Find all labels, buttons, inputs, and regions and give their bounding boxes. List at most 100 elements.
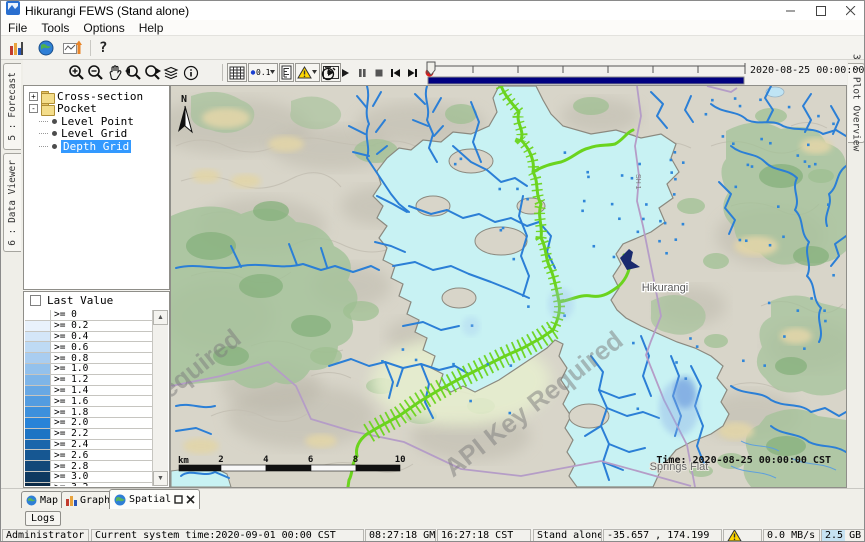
legend-table: >= 0>= 0.2>= 0.4>= 0.6>= 0.8>= 1.0>= 1.2… — [25, 310, 152, 486]
road-label: SH 1 — [634, 174, 641, 190]
menu-help[interactable]: Help — [132, 21, 171, 35]
menu-file[interactable]: File — [1, 21, 34, 35]
grid-icon[interactable] — [227, 63, 247, 82]
map-time-label: Time: 2020-08-25 00:00:00 CST — [656, 454, 831, 466]
tree-item-level-point[interactable]: Level Point — [24, 115, 169, 128]
legend-row: >= 1.8 — [25, 407, 152, 418]
window-title: Hikurangi FEWS (Stand alone) — [25, 4, 189, 18]
close-view-icon[interactable] — [186, 495, 195, 504]
stop-icon[interactable] — [370, 63, 387, 83]
layer-tree-panel: +Cross-section-PocketLevel PointLevel Gr… — [23, 85, 170, 290]
status-cell-5: -35.657 , 174.199 — [603, 529, 722, 542]
tab-map[interactable]: Map — [21, 491, 63, 508]
info-icon[interactable] — [181, 63, 200, 83]
legend-row: >= 2.6 — [25, 450, 152, 461]
title-bar[interactable]: Hikurangi FEWS (Stand alone) — [1, 1, 865, 20]
legend-row: >= 2.8 — [25, 461, 152, 472]
svg-text:4: 4 — [263, 455, 269, 465]
legend-row: >= 1.2 — [25, 375, 152, 386]
map-view[interactable]: API Key Required API Key Required N Hiku… — [170, 85, 847, 488]
restore-view-icon[interactable] — [174, 495, 183, 504]
spatial-display-icon[interactable] — [63, 38, 82, 58]
node-bullet-icon — [52, 119, 57, 124]
legend-row: >= 0.6 — [25, 342, 152, 353]
legend-row: >= 0 — [25, 310, 152, 321]
scale-icon[interactable] — [279, 63, 294, 82]
sidebar-tab-data-viewer[interactable]: 6 : Data Viewer — [3, 153, 21, 252]
globe-icon[interactable] — [36, 38, 55, 58]
scroll-up-button[interactable]: ▲ — [153, 310, 168, 325]
tree-item-level-grid[interactable]: Level Grid — [24, 128, 169, 141]
layers-icon[interactable] — [162, 63, 181, 83]
scroll-down-button[interactable]: ▼ — [153, 471, 168, 486]
zoom-in-icon[interactable] — [67, 63, 86, 83]
zoom-next-icon[interactable] — [143, 63, 162, 83]
help-icon[interactable]: ? — [99, 40, 107, 56]
application-window: Hikurangi FEWS (Stand alone) FileToolsOp… — [0, 0, 865, 542]
legend-row: >= 1.0 — [25, 364, 152, 375]
maximize-button[interactable] — [806, 1, 836, 20]
tab-graph[interactable]: Graph — [61, 491, 115, 508]
menu-options[interactable]: Options — [76, 21, 131, 35]
svg-text:2: 2 — [218, 455, 223, 465]
status-bar: AdministratorCurrent system time:2020-09… — [1, 528, 865, 542]
menu-tools[interactable]: Tools — [34, 21, 76, 35]
zoom-out-icon[interactable] — [86, 63, 105, 83]
legend-row: >= 0.2 — [25, 321, 152, 332]
tree-item-cross-section[interactable]: +Cross-section — [24, 90, 169, 103]
legend-scrollbar[interactable]: ▲ ▼ — [152, 310, 168, 486]
status-cell-6 — [723, 529, 762, 542]
tree-expander[interactable]: + — [29, 92, 38, 101]
close-button[interactable] — [836, 1, 865, 20]
svg-text:km: km — [178, 456, 189, 466]
app-icon — [6, 1, 20, 20]
svg-text:6: 6 — [308, 455, 313, 465]
last-value-checkbox[interactable] — [30, 295, 41, 306]
tab-spatial[interactable]: Spatial — [109, 489, 200, 509]
legend-row: >= 2.4 — [25, 440, 152, 451]
legend-row: >= 0.4 — [25, 332, 152, 343]
svg-text:10: 10 — [395, 455, 406, 465]
explorer-bars-icon[interactable] — [7, 38, 26, 58]
logs-button[interactable]: Logs — [25, 511, 61, 526]
pause-icon[interactable] — [353, 63, 370, 83]
status-cell-2: 08:27:18 GMT — [365, 529, 436, 542]
pan-hand-icon[interactable] — [105, 63, 124, 83]
last-value-label: Last Value — [47, 294, 113, 307]
status-cell-0: Administrator — [2, 529, 89, 542]
first-icon[interactable] — [387, 63, 404, 83]
status-cell-7: 0.0 MB/s — [763, 529, 820, 542]
last-value-row: Last Value — [24, 292, 169, 309]
timeline-progress — [428, 77, 744, 84]
menu-bar: FileToolsOptionsHelp — [1, 20, 865, 36]
tree-item-pocket[interactable]: -Pocket — [24, 103, 169, 116]
legend-panel: Last Value >= 0>= 0.2>= 0.4>= 0.6>= 0.8>… — [23, 291, 170, 488]
status-cell-8: 2.5 GB — [821, 529, 865, 542]
status-cell-4: Stand alone — [533, 529, 602, 542]
node-bullet-icon — [52, 131, 57, 136]
main-toolbar: ? — [1, 37, 865, 60]
legend-row: >= 1.6 — [25, 396, 152, 407]
last-icon[interactable] — [404, 63, 421, 83]
sidebar-tab-forecast[interactable]: 5 : Forecast — [3, 63, 21, 150]
legend-row: >= 2.2 — [25, 429, 152, 440]
legend-row: >= 3.0 — [25, 472, 152, 483]
timeline-datetime: 2020-08-25 00:00:00 CST — [750, 65, 850, 76]
threshold-dropdown[interactable]: 0.1 — [248, 63, 278, 82]
warning-dropdown[interactable] — [295, 63, 320, 82]
svg-text:N: N — [181, 94, 187, 105]
zoom-previous-icon[interactable] — [124, 63, 143, 83]
timeline-slider[interactable] — [425, 60, 747, 85]
folder-icon — [41, 103, 54, 114]
tree-expander[interactable]: - — [29, 104, 38, 113]
play-icon[interactable] — [336, 63, 353, 83]
svg-text:8: 8 — [353, 455, 358, 465]
minimize-button[interactable] — [776, 1, 806, 20]
timeline-handle[interactable] — [427, 62, 435, 75]
legend-row: >= 0.8 — [25, 353, 152, 364]
tree-item-depth-grid[interactable]: Depth Grid — [24, 140, 169, 153]
timer-icon[interactable] — [319, 63, 336, 83]
node-bullet-icon — [52, 144, 57, 149]
legend-row: >= 1.4 — [25, 386, 152, 397]
status-cell-1: Current system time:2020-09-01 00:00 CST — [91, 529, 364, 542]
